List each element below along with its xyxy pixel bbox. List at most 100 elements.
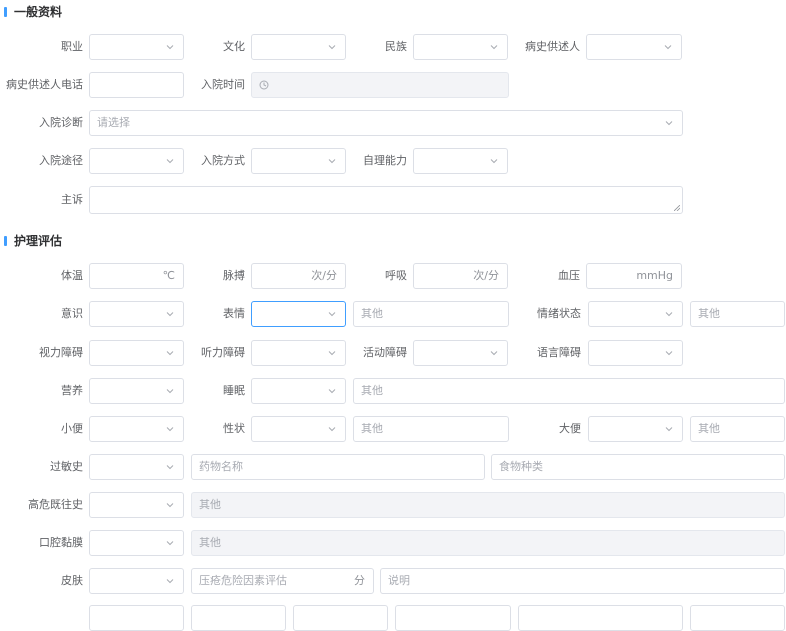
drug-name-input[interactable]: 药物名称 [191, 454, 485, 480]
chevron-down-icon [490, 43, 498, 51]
chevron-down-icon [166, 463, 174, 471]
chevron-down-icon [665, 349, 673, 357]
admit-diagnosis-label: 入院诊断 [39, 116, 83, 129]
section-nursing-title: 护理评估 [0, 233, 62, 249]
chevron-down-icon [664, 43, 672, 51]
admit-diagnosis-select[interactable]: 请选择 [89, 110, 683, 136]
pressure-risk-placeholder: 压疮危险因素评估 [199, 574, 287, 587]
occupation-label: 职业 [61, 40, 83, 53]
skin-select[interactable] [89, 568, 184, 594]
high-risk-other-input[interactable]: 其他 [191, 492, 785, 518]
character-other-input[interactable]: 其他 [353, 416, 509, 442]
mood-other-input[interactable]: 其他 [690, 301, 785, 327]
expression-other-placeholder: 其他 [361, 307, 383, 320]
next-row-field-6[interactable] [690, 605, 785, 631]
chevron-down-icon [328, 425, 336, 433]
historian-phone-label: 病史供述人电话 [6, 78, 83, 91]
character-select[interactable] [251, 416, 346, 442]
chevron-down-icon [665, 310, 673, 318]
mobility-select[interactable] [413, 340, 508, 366]
character-label: 性状 [223, 422, 245, 435]
admit-time-picker[interactable] [251, 72, 509, 98]
chevron-down-icon [490, 157, 498, 165]
high-risk-history-label: 高危既往史 [28, 498, 83, 511]
urine-select[interactable] [89, 416, 184, 442]
expression-label: 表情 [223, 307, 245, 320]
chevron-down-icon [328, 349, 336, 357]
historian-phone-input[interactable] [89, 72, 184, 98]
skin-label: 皮肤 [61, 574, 83, 587]
mobility-label: 活动障碍 [363, 346, 407, 359]
ethnicity-select[interactable] [413, 34, 508, 60]
consciousness-label: 意识 [61, 307, 83, 320]
stool-other-placeholder: 其他 [698, 422, 720, 435]
chevron-down-icon [166, 387, 174, 395]
skin-note-input[interactable]: 说明 [380, 568, 785, 594]
section-general-label: 一般资料 [14, 5, 63, 19]
section-general-title: 一般资料 [0, 4, 62, 20]
temperature-input[interactable]: ℃ [89, 263, 184, 289]
vision-select[interactable] [89, 340, 184, 366]
self-care-select[interactable] [413, 148, 508, 174]
respiration-unit: 次/分 [473, 269, 499, 282]
chevron-down-icon [490, 349, 498, 357]
admit-mode-select[interactable] [251, 148, 346, 174]
nutrition-select[interactable] [89, 378, 184, 404]
chevron-down-icon [166, 425, 174, 433]
chevron-down-icon [166, 349, 174, 357]
food-type-placeholder: 食物种类 [499, 460, 543, 473]
chevron-down-icon [166, 539, 174, 547]
oral-mucosa-other-placeholder: 其他 [199, 536, 221, 549]
allergy-label: 过敏史 [50, 460, 83, 473]
next-row-field-4[interactable] [395, 605, 511, 631]
historian-select[interactable] [586, 34, 682, 60]
character-other-placeholder: 其他 [361, 422, 383, 435]
expression-other-input[interactable]: 其他 [353, 301, 509, 327]
self-care-label: 自理能力 [363, 154, 407, 167]
stool-other-input[interactable]: 其他 [690, 416, 785, 442]
score-unit: 分 [354, 574, 365, 587]
blood-pressure-input[interactable]: mmHg [586, 263, 682, 289]
high-risk-history-select[interactable] [89, 492, 184, 518]
next-row-field-5[interactable] [518, 605, 683, 631]
chevron-down-icon [328, 43, 336, 51]
chevron-down-icon [328, 387, 336, 395]
admit-route-select[interactable] [89, 148, 184, 174]
hearing-select[interactable] [251, 340, 346, 366]
food-type-input[interactable]: 食物种类 [491, 454, 785, 480]
oral-mucosa-select[interactable] [89, 530, 184, 556]
stool-label: 大便 [559, 422, 581, 435]
pulse-unit: 次/分 [311, 269, 337, 282]
occupation-select[interactable] [89, 34, 184, 60]
chevron-down-icon [166, 310, 174, 318]
expression-select[interactable] [251, 301, 346, 327]
respiration-label: 呼吸 [385, 269, 407, 282]
chevron-down-icon [166, 43, 174, 51]
oral-mucosa-other-input[interactable]: 其他 [191, 530, 785, 556]
speech-select[interactable] [588, 340, 683, 366]
admit-mode-label: 入院方式 [201, 154, 245, 167]
urine-label: 小便 [61, 422, 83, 435]
allergy-select[interactable] [89, 454, 184, 480]
resize-handle-icon[interactable] [674, 205, 680, 211]
high-risk-other-placeholder: 其他 [199, 498, 221, 511]
ethnicity-label: 民族 [385, 40, 407, 53]
chief-complaint-textarea[interactable] [89, 186, 683, 214]
next-row-field-2[interactable] [191, 605, 286, 631]
education-select[interactable] [251, 34, 346, 60]
pressure-risk-score-input[interactable]: 压疮危险因素评估 分 [191, 568, 374, 594]
next-row-select-1[interactable] [89, 605, 184, 631]
next-row-field-3[interactable] [293, 605, 388, 631]
mood-select[interactable] [588, 301, 683, 327]
respiration-input[interactable]: 次/分 [413, 263, 508, 289]
stool-select[interactable] [588, 416, 683, 442]
historian-label: 病史供述人 [525, 40, 580, 53]
chief-complaint-label: 主诉 [61, 193, 83, 206]
sleep-select[interactable] [251, 378, 346, 404]
speech-label: 语言障碍 [537, 346, 581, 359]
temperature-label: 体温 [61, 269, 83, 282]
sleep-other-input[interactable]: 其他 [353, 378, 785, 404]
drug-name-placeholder: 药物名称 [199, 460, 243, 473]
consciousness-select[interactable] [89, 301, 184, 327]
pulse-input[interactable]: 次/分 [251, 263, 346, 289]
